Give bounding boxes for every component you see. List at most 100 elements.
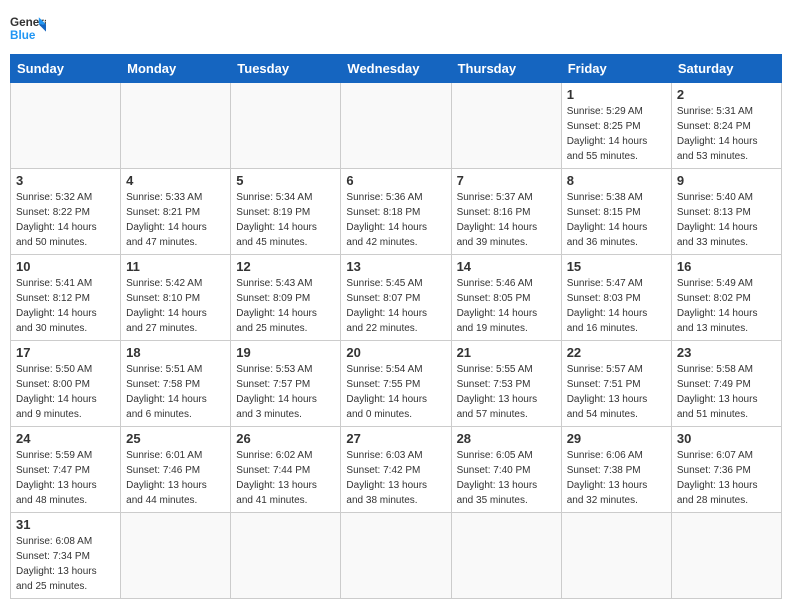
logo: General Blue	[10, 10, 46, 46]
calendar-day-empty	[561, 513, 671, 599]
calendar-day: 15 Sunrise: 5:47 AM Sunset: 8:03 PM Dayli…	[561, 255, 671, 341]
day-number: 6	[346, 173, 445, 188]
svg-text:Blue: Blue	[10, 29, 36, 42]
day-info: Sunrise: 5:38 AM Sunset: 8:15 PM Dayligh…	[567, 190, 666, 250]
weekday-header-monday: Monday	[121, 55, 231, 83]
day-number: 24	[16, 431, 115, 446]
calendar-day: 8 Sunrise: 5:38 AM Sunset: 8:15 PM Daylig…	[561, 169, 671, 255]
day-number: 7	[457, 173, 556, 188]
calendar-day	[121, 83, 231, 169]
calendar-week-row: 1Sunrise: 5:29 AM Sunset: 8:25 PM Daylig…	[11, 83, 782, 169]
day-number: 22	[567, 345, 666, 360]
calendar-day: 27 Sunrise: 6:03 AM Sunset: 7:42 PM Dayli…	[341, 427, 451, 513]
calendar-day-empty	[231, 513, 341, 599]
day-number: 25	[126, 431, 225, 446]
day-number: 4	[126, 173, 225, 188]
day-number: 11	[126, 259, 225, 274]
weekday-header-tuesday: Tuesday	[231, 55, 341, 83]
calendar-day-empty	[451, 513, 561, 599]
calendar-day: 9 Sunrise: 5:40 AM Sunset: 8:13 PM Daylig…	[671, 169, 781, 255]
calendar-day: 6 Sunrise: 5:36 AM Sunset: 8:18 PM Daylig…	[341, 169, 451, 255]
calendar-day	[11, 83, 121, 169]
day-number: 28	[457, 431, 556, 446]
weekday-header-thursday: Thursday	[451, 55, 561, 83]
day-number: 18	[126, 345, 225, 360]
weekday-header-friday: Friday	[561, 55, 671, 83]
calendar-week-row: 24Sunrise: 5:59 AM Sunset: 7:47 PM Dayli…	[11, 427, 782, 513]
calendar-day: 29Sunrise: 6:06 AM Sunset: 7:38 PM Dayli…	[561, 427, 671, 513]
day-info: Sunrise: 6:03 AM Sunset: 7:42 PM Dayligh…	[346, 448, 445, 508]
calendar-day: 1Sunrise: 5:29 AM Sunset: 8:25 PM Daylig…	[561, 83, 671, 169]
calendar-day	[341, 83, 451, 169]
calendar-day: 26 Sunrise: 6:02 AM Sunset: 7:44 PM Dayli…	[231, 427, 341, 513]
calendar-day: 14 Sunrise: 5:46 AM Sunset: 8:05 PM Dayli…	[451, 255, 561, 341]
day-number: 12	[236, 259, 335, 274]
day-number: 20	[346, 345, 445, 360]
day-number: 26	[236, 431, 335, 446]
calendar-day	[231, 83, 341, 169]
day-info: Sunrise: 5:32 AM Sunset: 8:22 PM Dayligh…	[16, 190, 115, 250]
weekday-header-sunday: Sunday	[11, 55, 121, 83]
calendar-day: 18 Sunrise: 5:51 AM Sunset: 7:58 PM Dayli…	[121, 341, 231, 427]
calendar-week-row: 17Sunrise: 5:50 AM Sunset: 8:00 PM Dayli…	[11, 341, 782, 427]
calendar-day: 30Sunrise: 6:07 AM Sunset: 7:36 PM Dayli…	[671, 427, 781, 513]
day-number: 5	[236, 173, 335, 188]
day-info: Sunrise: 5:57 AM Sunset: 7:51 PM Dayligh…	[567, 362, 666, 422]
day-info: Sunrise: 5:46 AM Sunset: 8:05 PM Dayligh…	[457, 276, 556, 336]
day-info: Sunrise: 6:08 AM Sunset: 7:34 PM Dayligh…	[16, 534, 115, 594]
calendar-day: 31 Sunrise: 6:08 AM Sunset: 7:34 PM Dayli…	[11, 513, 121, 599]
calendar-day: 22 Sunrise: 5:57 AM Sunset: 7:51 PM Dayli…	[561, 341, 671, 427]
calendar-day-empty	[341, 513, 451, 599]
calendar-day: 4 Sunrise: 5:33 AM Sunset: 8:21 PM Daylig…	[121, 169, 231, 255]
calendar-week-row: 31 Sunrise: 6:08 AM Sunset: 7:34 PM Dayli…	[11, 513, 782, 599]
calendar-day: 7Sunrise: 5:37 AM Sunset: 8:16 PM Daylig…	[451, 169, 561, 255]
calendar-day: 23 Sunrise: 5:58 AM Sunset: 7:49 PM Dayli…	[671, 341, 781, 427]
calendar-day: 5 Sunrise: 5:34 AM Sunset: 8:19 PM Daylig…	[231, 169, 341, 255]
calendar-day: 10Sunrise: 5:41 AM Sunset: 8:12 PM Dayli…	[11, 255, 121, 341]
day-info: Sunrise: 6:07 AM Sunset: 7:36 PM Dayligh…	[677, 448, 776, 508]
day-number: 9	[677, 173, 776, 188]
day-number: 14	[457, 259, 556, 274]
day-info: Sunrise: 5:53 AM Sunset: 7:57 PM Dayligh…	[236, 362, 335, 422]
calendar-day	[451, 83, 561, 169]
day-number: 16	[677, 259, 776, 274]
calendar-day: 11Sunrise: 5:42 AM Sunset: 8:10 PM Dayli…	[121, 255, 231, 341]
day-info: Sunrise: 5:58 AM Sunset: 7:49 PM Dayligh…	[677, 362, 776, 422]
calendar-day: 13 Sunrise: 5:45 AM Sunset: 8:07 PM Dayli…	[341, 255, 451, 341]
weekday-header-row: SundayMondayTuesdayWednesdayThursdayFrid…	[11, 55, 782, 83]
day-number: 8	[567, 173, 666, 188]
day-info: Sunrise: 5:51 AM Sunset: 7:58 PM Dayligh…	[126, 362, 225, 422]
calendar-day: 12Sunrise: 5:43 AM Sunset: 8:09 PM Dayli…	[231, 255, 341, 341]
calendar-day: 20 Sunrise: 5:54 AM Sunset: 7:55 PM Dayli…	[341, 341, 451, 427]
day-number: 31	[16, 517, 115, 532]
day-number: 21	[457, 345, 556, 360]
day-number: 3	[16, 173, 115, 188]
day-info: Sunrise: 5:49 AM Sunset: 8:02 PM Dayligh…	[677, 276, 776, 336]
day-number: 19	[236, 345, 335, 360]
day-info: Sunrise: 5:55 AM Sunset: 7:53 PM Dayligh…	[457, 362, 556, 422]
day-info: Sunrise: 6:05 AM Sunset: 7:40 PM Dayligh…	[457, 448, 556, 508]
logo-icon: General Blue	[10, 10, 46, 46]
calendar-table: SundayMondayTuesdayWednesdayThursdayFrid…	[10, 54, 782, 599]
day-info: Sunrise: 5:40 AM Sunset: 8:13 PM Dayligh…	[677, 190, 776, 250]
calendar-day: 17Sunrise: 5:50 AM Sunset: 8:00 PM Dayli…	[11, 341, 121, 427]
day-info: Sunrise: 5:33 AM Sunset: 8:21 PM Dayligh…	[126, 190, 225, 250]
day-info: Sunrise: 5:34 AM Sunset: 8:19 PM Dayligh…	[236, 190, 335, 250]
day-info: Sunrise: 5:45 AM Sunset: 8:07 PM Dayligh…	[346, 276, 445, 336]
day-info: Sunrise: 6:02 AM Sunset: 7:44 PM Dayligh…	[236, 448, 335, 508]
day-info: Sunrise: 5:36 AM Sunset: 8:18 PM Dayligh…	[346, 190, 445, 250]
day-number: 10	[16, 259, 115, 274]
calendar-day: 3 Sunrise: 5:32 AM Sunset: 8:22 PM Daylig…	[11, 169, 121, 255]
day-number: 27	[346, 431, 445, 446]
calendar-week-row: 3 Sunrise: 5:32 AM Sunset: 8:22 PM Daylig…	[11, 169, 782, 255]
day-number: 23	[677, 345, 776, 360]
day-number: 29	[567, 431, 666, 446]
day-number: 17	[16, 345, 115, 360]
day-number: 13	[346, 259, 445, 274]
day-number: 15	[567, 259, 666, 274]
calendar-day-empty	[121, 513, 231, 599]
day-number: 1	[567, 87, 666, 102]
day-info: Sunrise: 5:47 AM Sunset: 8:03 PM Dayligh…	[567, 276, 666, 336]
calendar-day-empty	[671, 513, 781, 599]
day-info: Sunrise: 5:54 AM Sunset: 7:55 PM Dayligh…	[346, 362, 445, 422]
